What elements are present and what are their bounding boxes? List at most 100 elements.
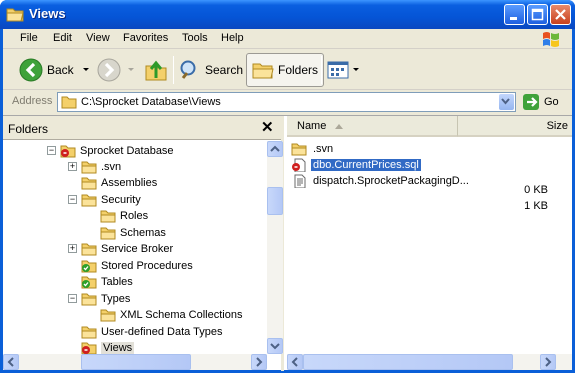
tree-item-label: .svn <box>101 161 122 173</box>
folder-tree: − Sprocket Database + .svn Assemblies − … <box>3 141 268 354</box>
scroll-left-button[interactable] <box>287 354 303 370</box>
menu-tools[interactable]: Tools <box>182 32 208 44</box>
scroll-down-button[interactable] <box>267 338 283 354</box>
scroll-thumb[interactable] <box>81 354 191 370</box>
tree-item-tables[interactable]: Tables <box>81 274 133 290</box>
scroll-up-button[interactable] <box>267 141 283 157</box>
list-vertical-area <box>555 138 571 354</box>
chevron-right-icon <box>545 357 552 367</box>
modified-folder-icon <box>81 260 97 273</box>
tree-item-xml-schema-collections[interactable]: XML Schema Collections <box>100 307 242 323</box>
tree-item-svn[interactable]: + .svn <box>68 159 122 175</box>
tree-item-sprocket-database[interactable]: − Sprocket Database <box>47 143 174 159</box>
scroll-left-button[interactable] <box>3 354 19 370</box>
sort-ascending-icon <box>335 123 344 129</box>
address-input[interactable]: C:\Sprocket Database\Views <box>57 92 516 112</box>
folder-icon <box>81 243 97 256</box>
tree-item-roles[interactable]: Roles <box>100 208 148 224</box>
tree-expander[interactable]: − <box>68 294 77 303</box>
scroll-right-button[interactable] <box>540 354 556 370</box>
column-header-name[interactable]: Name <box>287 116 458 137</box>
standard-toolbar: Back Search Folders <box>3 50 572 90</box>
up-folder-icon <box>145 60 167 81</box>
title-bar[interactable]: Views <box>0 0 575 29</box>
menu-edit[interactable]: Edit <box>53 32 72 44</box>
tree-item-label: Types <box>101 293 131 305</box>
list-item[interactable]: .svn <box>291 141 541 157</box>
tree-expander[interactable]: + <box>68 244 77 253</box>
close-icon[interactable]: ✕ <box>261 118 274 136</box>
chevron-down-icon[interactable] <box>80 65 92 75</box>
explorer-window: Views File Edit View Favorites Tools Hel… <box>0 0 575 373</box>
modified-folder-icon <box>81 276 97 289</box>
tree-item-views[interactable]: Views <box>81 340 135 354</box>
search-button[interactable]: Search <box>179 53 243 87</box>
list-horizontal-scrollbar[interactable] <box>287 354 572 370</box>
toolbar-separator <box>173 56 174 84</box>
scroll-thumb[interactable] <box>303 354 513 370</box>
tree-vertical-scrollbar[interactable] <box>267 141 283 354</box>
sql-file-icon <box>292 158 306 172</box>
views-button[interactable] <box>327 53 361 87</box>
chevron-down-icon <box>270 343 280 350</box>
folder-icon <box>100 309 116 322</box>
file-size: 0 KB <box>524 184 548 196</box>
tree-expander[interactable]: − <box>68 195 77 204</box>
chevron-right-icon <box>256 357 263 367</box>
chevron-down-icon <box>501 98 510 105</box>
tree-item-types[interactable]: − Types <box>68 291 131 307</box>
forward-button[interactable] <box>97 53 137 87</box>
tree-item-label: Service Broker <box>101 243 174 255</box>
address-dropdown-button[interactable] <box>499 94 514 110</box>
folder-icon <box>100 210 116 223</box>
tree-item-label: Stored Procedures <box>101 260 193 272</box>
tree-expander[interactable]: − <box>47 146 56 155</box>
maximize-button[interactable] <box>527 4 548 25</box>
folders-label: Folders <box>278 63 319 77</box>
back-button[interactable]: Back <box>19 53 92 87</box>
close-button[interactable] <box>550 4 571 25</box>
tree-item-user-defined-data-types[interactable]: User-defined Data Types <box>81 324 222 340</box>
tree-item-assemblies[interactable]: Assemblies <box>81 175 157 191</box>
tree-item-security[interactable]: − Security <box>68 192 141 208</box>
file-size: 1 KB <box>524 200 548 212</box>
folder-icon <box>81 326 97 339</box>
list-item[interactable]: dbo.CurrentPrices.sql <box>291 157 541 173</box>
tree-item-schemas[interactable]: Schemas <box>100 225 166 241</box>
tree-horizontal-scrollbar[interactable] <box>3 354 267 370</box>
tree-item-label: Schemas <box>120 227 166 239</box>
file-name: .svn <box>313 143 334 155</box>
chevron-left-icon <box>291 357 298 367</box>
file-name: dispatch.SprocketPackagingD... <box>313 175 469 187</box>
address-value: C:\Sprocket Database\Views <box>81 96 221 108</box>
go-button[interactable]: Go <box>522 93 559 111</box>
menu-help[interactable]: Help <box>221 32 244 44</box>
chevron-left-icon <box>7 357 14 367</box>
maximize-icon <box>531 8 544 21</box>
go-arrow-icon <box>523 94 539 110</box>
tree-item-label: Security <box>101 194 141 206</box>
tree-item-service-broker[interactable]: + Service Broker <box>68 241 174 257</box>
window-client: File Edit View Favorites Tools Help Back <box>3 29 572 371</box>
tree-item-stored-procedures[interactable]: Stored Procedures <box>81 258 193 274</box>
menu-file[interactable]: File <box>20 32 38 44</box>
window-title: Views <box>29 6 66 21</box>
minimize-button[interactable] <box>504 4 525 25</box>
menu-view[interactable]: View <box>86 32 110 44</box>
search-icon <box>180 60 196 79</box>
scroll-right-button[interactable] <box>251 354 267 370</box>
up-folder-button[interactable] <box>144 53 168 87</box>
scroll-thumb[interactable] <box>267 187 283 215</box>
column-header-size[interactable]: Size <box>458 116 572 137</box>
menu-favorites[interactable]: Favorites <box>123 32 168 44</box>
folders-button[interactable]: Folders <box>246 53 325 87</box>
folders-pane-header: Folders ✕ <box>3 116 281 140</box>
chevron-down-icon[interactable] <box>351 65 361 75</box>
folder-icon <box>81 194 97 207</box>
folders-icon <box>252 63 274 79</box>
chevron-up-icon <box>270 145 280 152</box>
folder-icon <box>291 143 307 156</box>
chevron-down-icon[interactable] <box>125 65 137 75</box>
list-item[interactable]: dispatch.SprocketPackagingD... <box>291 173 541 189</box>
tree-expander[interactable]: + <box>68 162 77 171</box>
